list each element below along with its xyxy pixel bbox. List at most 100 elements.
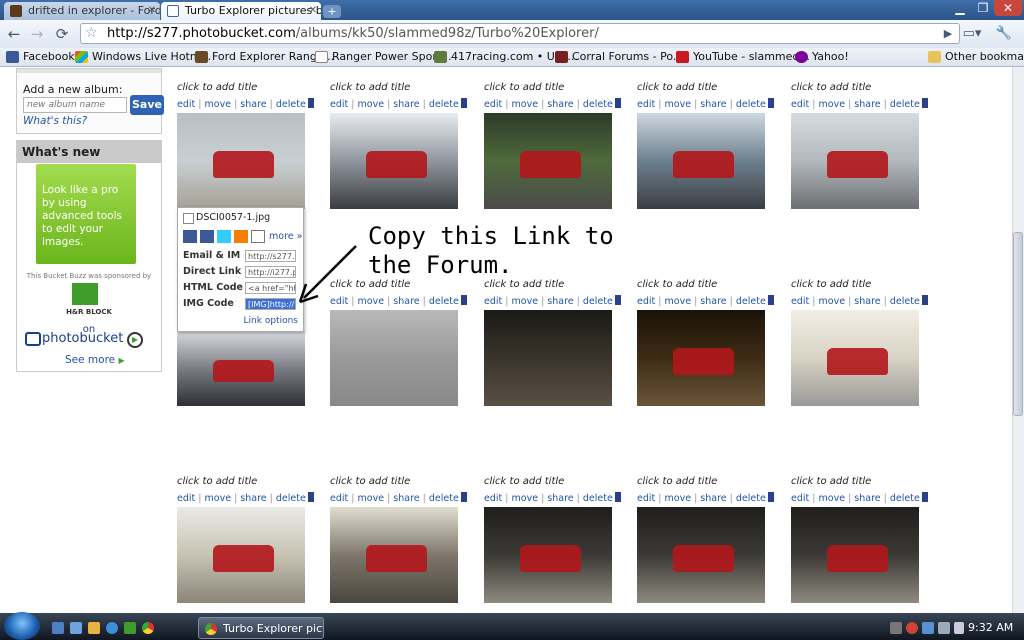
tray-volume-icon[interactable]	[954, 622, 964, 634]
share-link[interactable]: share	[854, 493, 880, 504]
delete-link[interactable]: delete	[429, 99, 459, 110]
delete-link[interactable]: delete	[890, 99, 920, 110]
delete-link[interactable]: delete	[890, 296, 920, 307]
delete-link[interactable]: delete	[583, 99, 613, 110]
scrollbar-thumb[interactable]	[1013, 232, 1023, 416]
close-icon[interactable]: ✕	[309, 2, 317, 20]
delete-link[interactable]: delete	[583, 296, 613, 307]
photo-thumbnail[interactable]	[637, 113, 765, 209]
share-link[interactable]: share	[700, 296, 726, 307]
edit-link[interactable]: edit	[330, 493, 348, 504]
photo-title[interactable]: click to add title	[330, 82, 410, 93]
media-player-icon[interactable]	[88, 622, 100, 634]
photo-title[interactable]: click to add title	[330, 476, 410, 487]
photo-title[interactable]: click to add title	[484, 82, 564, 93]
photo-title[interactable]: click to add title	[484, 279, 564, 290]
new-tab-button[interactable]: +	[323, 5, 341, 18]
move-link[interactable]: move	[665, 99, 692, 110]
delete-link[interactable]: delete	[429, 493, 459, 504]
delete-link[interactable]: delete	[276, 493, 306, 504]
select-checkbox[interactable]	[183, 213, 194, 224]
share-link[interactable]: share	[854, 99, 880, 110]
trash-icon[interactable]	[460, 492, 467, 502]
delete-link[interactable]: delete	[429, 296, 459, 307]
share-link[interactable]: share	[547, 493, 573, 504]
move-link[interactable]: move	[358, 99, 385, 110]
trash-icon[interactable]	[614, 98, 621, 108]
go-icon[interactable]: ▶	[938, 24, 958, 44]
share-link[interactable]: share	[240, 493, 266, 504]
internet-explorer-icon[interactable]	[106, 622, 118, 634]
tray-network-icon[interactable]	[922, 622, 934, 634]
move-link[interactable]: move	[819, 99, 846, 110]
edit-link[interactable]: edit	[177, 99, 195, 110]
bookmark-ford-explorer[interactable]: Ford Explorer Range...	[195, 50, 334, 64]
forward-button[interactable]: →	[27, 24, 47, 44]
trash-icon[interactable]	[921, 295, 928, 305]
share-link[interactable]: share	[700, 99, 726, 110]
share-link[interactable]: share	[393, 296, 419, 307]
play-icon[interactable]: ▶	[127, 332, 143, 348]
save-button[interactable]: Save	[130, 95, 164, 115]
trash-icon[interactable]	[767, 295, 774, 305]
chrome-quicklaunch-icon[interactable]	[142, 622, 154, 634]
edit-link[interactable]: edit	[791, 99, 809, 110]
facebook-share-icon[interactable]	[200, 230, 214, 243]
trash-icon[interactable]	[921, 98, 928, 108]
bookmark-yahoo[interactable]: Yahoo!	[795, 50, 849, 64]
hr-block-quicklaunch-icon[interactable]	[124, 622, 136, 634]
reload-button[interactable]: ⟳	[52, 24, 72, 44]
tab-drifted-in-explorer[interactable]: drifted in explorer - Ford ... ✕	[4, 2, 160, 20]
move-link[interactable]: move	[665, 296, 692, 307]
close-window-button[interactable]: ✕	[994, 0, 1022, 16]
edit-link[interactable]: edit	[484, 99, 502, 110]
photo-title[interactable]: click to add title	[637, 82, 717, 93]
show-desktop-icon[interactable]	[52, 622, 64, 634]
trash-icon[interactable]	[614, 295, 621, 305]
delete-link[interactable]: delete	[890, 493, 920, 504]
myspace-icon[interactable]	[183, 230, 197, 243]
switch-windows-icon[interactable]	[70, 622, 82, 634]
bookmark-youtube[interactable]: YouTube - slammed...	[676, 50, 810, 64]
photo-title[interactable]: click to add title	[484, 476, 564, 487]
photo-thumbnail[interactable]	[791, 507, 919, 603]
edit-link[interactable]: edit	[484, 296, 502, 307]
photo-title[interactable]: click to add title	[637, 476, 717, 487]
start-button[interactable]	[4, 612, 40, 640]
photo-thumbnail[interactable]	[484, 507, 612, 603]
trash-icon[interactable]	[614, 492, 621, 502]
taskbar-chrome-window[interactable]: Turbo Explorer pictu...	[198, 617, 324, 639]
share-link[interactable]: share	[700, 493, 726, 504]
email-share-icon[interactable]	[251, 230, 265, 243]
edit-link[interactable]: edit	[330, 99, 348, 110]
html-code-field[interactable]: <a href="http	[245, 282, 296, 294]
photo-title[interactable]: click to add title	[177, 476, 257, 487]
whats-this-link[interactable]: What's this?	[23, 115, 87, 127]
photo-thumbnail[interactable]	[484, 113, 612, 209]
move-link[interactable]: move	[205, 493, 232, 504]
move-link[interactable]: move	[512, 99, 539, 110]
share-link[interactable]: share	[854, 296, 880, 307]
photo-thumbnail[interactable]	[791, 113, 919, 209]
bookmark-corral-forums[interactable]: Corral Forums - Po...	[555, 50, 683, 64]
edit-link[interactable]: edit	[791, 296, 809, 307]
edit-link[interactable]: edit	[637, 99, 655, 110]
photo-thumbnail[interactable]	[177, 113, 305, 209]
move-link[interactable]: move	[512, 493, 539, 504]
bookmark-windows-live[interactable]: Windows Live Hotm...	[75, 50, 211, 64]
page-menu-icon[interactable]: ▭▾	[962, 24, 982, 44]
trash-icon[interactable]	[460, 295, 467, 305]
twitter-share-icon[interactable]	[217, 230, 231, 243]
share-link[interactable]: share	[547, 296, 573, 307]
tray-arrow-icon[interactable]	[890, 622, 902, 634]
share-link[interactable]: share	[393, 493, 419, 504]
address-bar[interactable]: ☆ http://s277.photobucket.com/albums/kk5…	[80, 23, 960, 44]
bookmark-facebook[interactable]: Facebook	[6, 50, 75, 64]
trash-icon[interactable]	[307, 98, 314, 108]
move-link[interactable]: move	[205, 99, 232, 110]
link-options-link[interactable]: Link options	[244, 316, 298, 326]
photo-thumbnail[interactable]	[330, 507, 458, 603]
edit-link[interactable]: edit	[484, 493, 502, 504]
album-name-input[interactable]	[23, 97, 127, 113]
tray-security-icon[interactable]	[906, 622, 918, 634]
